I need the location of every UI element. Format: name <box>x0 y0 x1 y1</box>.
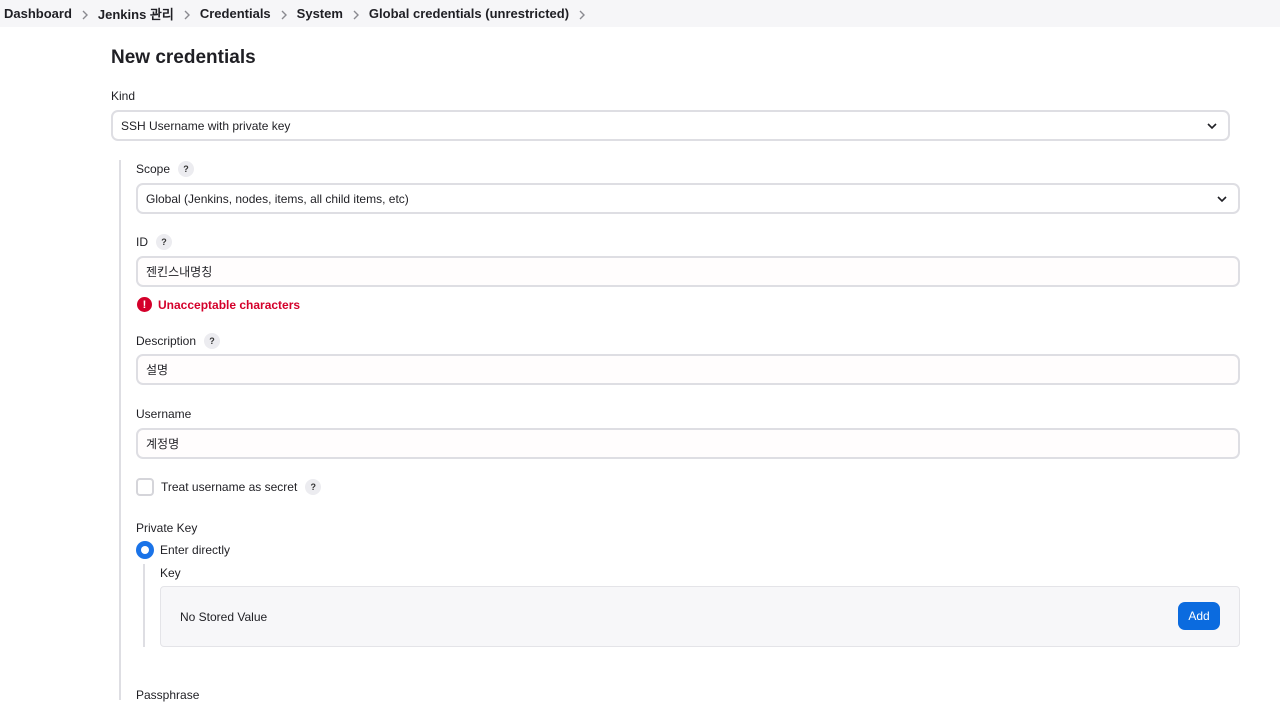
id-input[interactable]: 젠킨스내명칭 <box>136 256 1240 287</box>
username-label: Username <box>136 407 192 421</box>
description-input[interactable]: 설명 <box>136 354 1240 385</box>
help-icon[interactable]: ? <box>178 161 195 177</box>
chevron-right-icon <box>271 6 297 21</box>
key-label: Key <box>160 566 181 580</box>
add-key-button[interactable]: Add <box>1178 602 1220 630</box>
scope-select[interactable]: Global (Jenkins, nodes, items, all child… <box>136 183 1240 214</box>
id-error-message: ! Unacceptable characters <box>137 297 300 312</box>
chevron-right-icon <box>343 6 369 21</box>
breadcrumb: Dashboard Jenkins 관리 Credentials System … <box>0 0 1280 27</box>
page-title: New credentials <box>111 47 256 68</box>
kind-select[interactable]: SSH Username with private key <box>111 110 1230 141</box>
error-icon: ! <box>137 297 152 312</box>
enter-directly-radio[interactable] <box>136 541 154 559</box>
treat-username-secret-checkbox[interactable] <box>136 478 154 496</box>
description-label: Description ? <box>136 333 221 349</box>
help-icon[interactable]: ? <box>204 333 221 349</box>
help-icon[interactable]: ? <box>156 234 172 250</box>
chevron-right-icon <box>72 6 98 21</box>
no-stored-value-text: No Stored Value <box>180 610 268 624</box>
username-input[interactable]: 계정명 <box>136 428 1240 459</box>
breadcrumb-system[interactable]: System <box>297 6 343 21</box>
breadcrumb-dashboard[interactable]: Dashboard <box>4 6 72 21</box>
id-label: ID ? <box>136 234 172 250</box>
help-icon[interactable]: ? <box>305 479 322 495</box>
key-value-panel: No Stored Value Add <box>160 586 1240 647</box>
chevron-down-icon <box>1217 196 1227 203</box>
enter-directly-label: Enter directly <box>160 543 231 557</box>
passphrase-label: Passphrase <box>136 688 200 702</box>
breadcrumb-credentials[interactable]: Credentials <box>200 6 271 21</box>
private-key-label: Private Key <box>136 521 198 535</box>
scope-label: Scope ? <box>136 161 195 177</box>
breadcrumb-jenkins-manage[interactable]: Jenkins 관리 <box>98 4 174 23</box>
nested-section-rule <box>119 160 121 700</box>
kind-label: Kind <box>111 89 136 103</box>
breadcrumb-global-credentials[interactable]: Global credentials (unrestricted) <box>369 6 569 21</box>
chevron-right-icon <box>174 6 200 21</box>
key-nested-rule <box>143 564 145 647</box>
chevron-right-icon[interactable] <box>569 6 595 21</box>
treat-username-secret-label: Treat username as secret ? <box>161 479 322 495</box>
chevron-down-icon <box>1207 123 1217 130</box>
